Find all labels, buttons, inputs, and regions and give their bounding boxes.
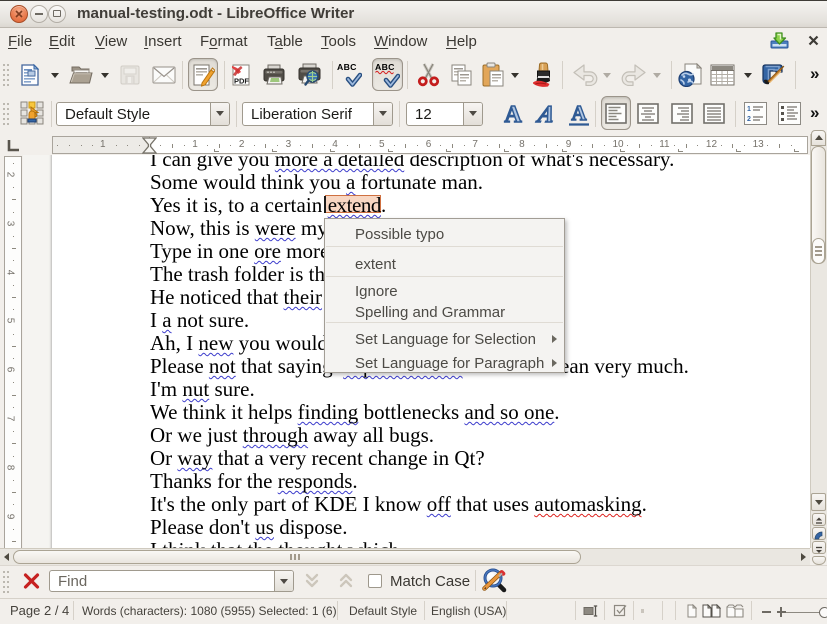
svg-text:ABC: ABC xyxy=(375,62,395,72)
svg-text:A: A xyxy=(504,102,522,126)
svg-text:PDF: PDF xyxy=(234,77,249,86)
svg-text:2: 2 xyxy=(747,116,751,123)
svg-text:1: 1 xyxy=(747,106,751,113)
svg-text:A: A xyxy=(571,102,587,125)
svg-text:A: A xyxy=(534,102,558,126)
svg-text:ABC: ABC xyxy=(337,62,357,72)
